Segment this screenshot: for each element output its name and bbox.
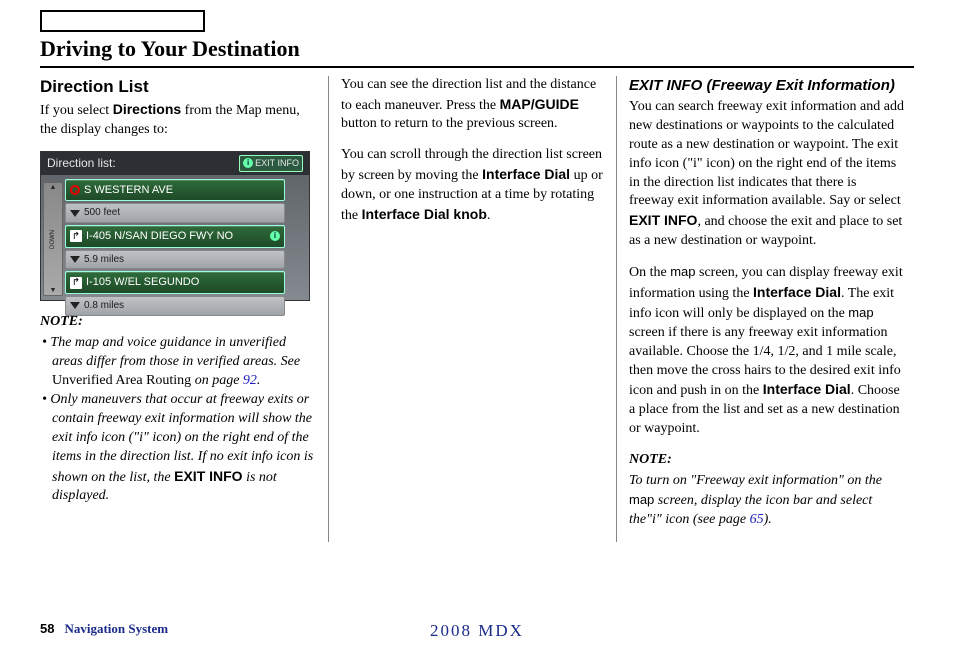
text: S WESTERN AVE [84, 183, 173, 198]
text: EXIT INFO [255, 157, 299, 169]
text: 0.8 miles [84, 299, 124, 313]
text: To turn on "Freeway exit information" on… [629, 473, 882, 488]
note-bullet-1: The map and voice guidance in unverified… [40, 334, 316, 391]
page-link-92[interactable]: 92 [243, 373, 257, 388]
text: ). [764, 512, 772, 527]
column-3: EXIT INFO (Freeway Exit Information) You… [616, 76, 904, 542]
text: 500 feet [84, 206, 120, 220]
ss-row-2: ↱ I-405 N/SAN DIEGO FWY NO i [65, 225, 285, 248]
col3-p2: On the map screen, you can display freew… [629, 263, 904, 439]
note-bullet-2: Only maneuvers that occur at freeway exi… [40, 391, 316, 506]
triangle-icon [70, 256, 80, 263]
column-1: Direction List If you select Directions … [40, 76, 328, 542]
interface-dial-bold: Interface Dial [753, 284, 841, 300]
col2-p1: You can see the direction list and the d… [341, 76, 604, 135]
text: button to return to the previous screen. [341, 116, 558, 131]
triangle-icon [70, 302, 80, 309]
text: I-405 N/SAN DIEGO FWY NO [86, 229, 233, 244]
col3-note: To turn on "Freeway exit information" on… [629, 472, 904, 530]
text: I-105 W/EL SEGUNDO [86, 275, 199, 290]
col2-p2: You can scroll through the direction lis… [341, 146, 604, 226]
map-text: map [848, 305, 873, 320]
ss-header: Direction list: iEXIT INFO [41, 152, 309, 174]
target-icon [70, 185, 80, 195]
map-text: map [670, 264, 695, 279]
content-columns: Direction List If you select Directions … [40, 76, 914, 542]
turn-icon: ↱ [70, 277, 82, 289]
text: . [257, 373, 261, 388]
turn-icon: ↱ [70, 230, 82, 242]
footer-section-label: Navigation System [64, 620, 168, 638]
map-text: map [629, 492, 654, 507]
ss-title: Direction list: [47, 155, 116, 171]
interface-dial-knob-bold: Interface Dial knob [362, 206, 487, 222]
page-link-65[interactable]: 65 [750, 512, 764, 527]
ss-dist-2: 5.9 miles [65, 250, 285, 270]
exit-info-bold: EXIT INFO [629, 212, 697, 228]
direction-list-heading: Direction List [40, 76, 316, 99]
ss-dist-1: 500 feet [65, 203, 285, 223]
direction-list-screenshot: Direction list: iEXIT INFO DOWN S WESTER… [40, 151, 310, 301]
triangle-icon [70, 210, 80, 217]
col3-p1: You can search freeway exit information … [629, 98, 904, 251]
ss-body: S WESTERN AVE 500 feet ↱ I-405 N/SAN DIEG… [41, 175, 309, 322]
ss-exit-info-button: iEXIT INFO [239, 155, 303, 171]
intro-paragraph: If you select Directions from the Map me… [40, 100, 316, 140]
page-number: 58 [40, 620, 54, 638]
text: . [487, 208, 491, 223]
interface-dial-bold: Interface Dial [763, 381, 851, 397]
text: on page [191, 373, 243, 388]
interface-dial-bold: Interface Dial [482, 166, 570, 182]
page-title: Driving to Your Destination [40, 34, 914, 68]
info-icon: i [243, 158, 253, 168]
exit-info-heading: EXIT INFO (Freeway Exit Information) [629, 76, 904, 96]
ss-dist-3: 0.8 miles [65, 296, 285, 316]
info-icon: i [270, 231, 280, 241]
text: On the [629, 265, 670, 280]
ss-row-1: S WESTERN AVE [65, 179, 285, 202]
text: The map and voice guidance in unverified… [50, 335, 300, 369]
note-label: NOTE: [629, 451, 904, 470]
exit-info-bold: EXIT INFO [174, 468, 242, 484]
footer-model: 2008 MDX [430, 620, 524, 643]
top-empty-box [40, 10, 205, 32]
text: 5.9 miles [84, 253, 124, 267]
unverified-area-routing: Unverified Area Routing [52, 373, 191, 388]
map-guide-bold: MAP/GUIDE [500, 96, 579, 112]
ss-row-3: ↱ I-105 W/EL SEGUNDO [65, 271, 285, 294]
text: If you select [40, 103, 113, 118]
page-footer: 58 Navigation System 2008 MDX [40, 620, 914, 638]
text: You can search freeway exit information … [629, 99, 904, 208]
directions-bold: Directions [113, 101, 181, 117]
column-2: You can see the direction list and the d… [328, 76, 616, 542]
